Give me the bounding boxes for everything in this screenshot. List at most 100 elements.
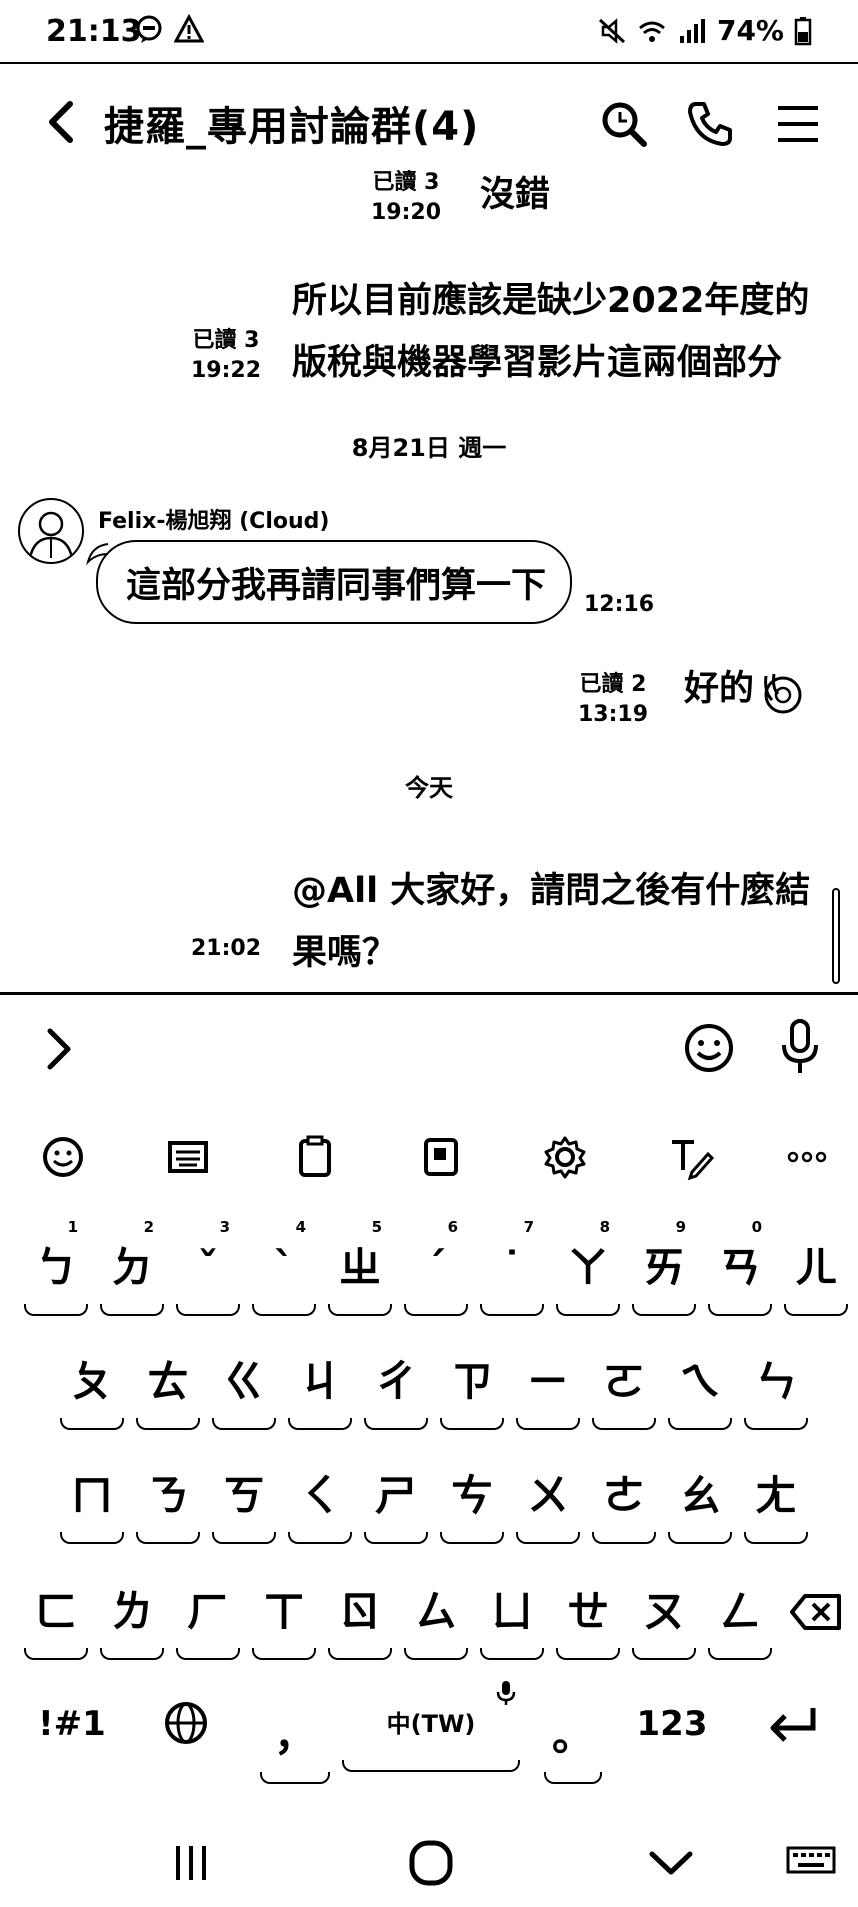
key[interactable]: ㄤ <box>738 1456 814 1544</box>
key[interactable]: ㄟ <box>662 1342 738 1430</box>
key[interactable]: ㄦ <box>778 1228 854 1316</box>
key[interactable]: ˋ4 <box>246 1218 322 1316</box>
status-bar: 21:13 74% <box>0 0 858 64</box>
message-text[interactable]: 所以目前應該是缺少2022年度的 版稅與機器學習影片這兩個部分 <box>292 270 809 394</box>
mic-icon[interactable] <box>776 1017 824 1077</box>
emoji-icon[interactable] <box>682 1021 736 1075</box>
key[interactable]: ㄞ9 <box>626 1218 702 1316</box>
message-time: 21:02 <box>190 936 262 961</box>
key[interactable]: ㄆ <box>54 1342 130 1430</box>
numbers-key[interactable]: 123 <box>622 1684 722 1772</box>
key[interactable]: ˇ3 <box>170 1218 246 1316</box>
read-receipt: 已讀 3 <box>372 170 440 195</box>
keyboard-switch-icon[interactable] <box>784 1838 838 1888</box>
date-separator: 8月21日 週一 <box>351 434 507 462</box>
key[interactable]: ㄩ <box>474 1572 550 1660</box>
symbols-key[interactable]: !#1 <box>22 1684 122 1772</box>
key[interactable]: ㄉ2 <box>94 1218 170 1316</box>
key[interactable]: ㄑ <box>282 1456 358 1544</box>
message-text[interactable]: @All 大家好，請問之後有什麼結 果嗎？ <box>292 860 810 984</box>
space-key[interactable]: 中(TW) <box>336 1681 526 1772</box>
message-meta: 已讀 3 19:22 <box>186 326 266 386</box>
status-left-icons <box>134 14 204 44</box>
key[interactable]: ˙ 7 <box>474 1218 550 1316</box>
key[interactable]: ㄊ <box>130 1342 206 1430</box>
message-time: 19:22 <box>190 358 262 383</box>
menu-icon[interactable] <box>770 96 826 152</box>
search-icon[interactable] <box>596 96 652 152</box>
key[interactable]: ˊ6 <box>398 1218 474 1316</box>
key[interactable]: ㄜ <box>586 1456 662 1544</box>
clipboard-icon[interactable] <box>292 1134 338 1180</box>
back-arrow-icon[interactable] <box>36 92 86 152</box>
key[interactable]: ㄡ <box>626 1572 702 1660</box>
message-text[interactable]: 沒錯 <box>480 170 550 226</box>
home-icon[interactable] <box>404 1838 458 1888</box>
message-list[interactable]: 已讀 3 19:20 沒錯 已讀 3 19:22 所以目前應該是缺少2022年度… <box>0 170 858 992</box>
chevron-right-icon[interactable] <box>40 1025 80 1073</box>
message-text[interactable]: 好的 <box>684 658 754 720</box>
message-line: @All 大家好，請問之後有什麼結 <box>292 871 811 911</box>
date-separator: 今天 <box>405 774 453 802</box>
key[interactable]: ㄎ <box>206 1456 282 1544</box>
key[interactable]: ㄣ <box>738 1342 814 1430</box>
period-key[interactable]: 。 <box>538 1696 608 1784</box>
key[interactable]: ㄢ0 <box>702 1218 778 1316</box>
message-time: 12:16 <box>584 592 655 617</box>
message-meta: 已讀 3 19:20 <box>366 170 446 228</box>
read-receipt: 已讀 2 <box>579 672 647 697</box>
key[interactable]: ㄅ1 <box>18 1218 94 1316</box>
more-icon[interactable] <box>784 1134 830 1180</box>
sticker-icon[interactable] <box>418 1134 464 1180</box>
comma-key[interactable]: ， <box>254 1696 336 1784</box>
key[interactable]: ㄌ <box>94 1572 170 1660</box>
key[interactable]: ㄗ <box>434 1342 510 1430</box>
key[interactable]: ㄙ <box>398 1572 474 1660</box>
enter-icon <box>770 1708 816 1742</box>
incoming-bubble[interactable]: 這部分我再請同事們算一下 <box>96 540 572 624</box>
wifi-icon <box>639 21 665 42</box>
keyboard-icon[interactable] <box>165 1134 211 1180</box>
message-line: 果嗎？ <box>292 933 398 973</box>
message-line: 版稅與機器學習影片這兩個部分 <box>292 343 783 383</box>
key[interactable]: ㄋ <box>130 1456 206 1544</box>
key[interactable]: ㄐ <box>282 1342 358 1430</box>
avatar[interactable] <box>18 498 84 564</box>
key[interactable]: ㄕ <box>358 1456 434 1544</box>
message-input-bar[interactable] <box>0 992 858 1098</box>
handwriting-icon[interactable] <box>668 1134 714 1180</box>
key[interactable]: ㄛ <box>586 1342 662 1430</box>
phone-icon[interactable] <box>682 96 738 152</box>
key[interactable]: ㄈ <box>18 1572 94 1660</box>
globe-icon <box>165 1702 207 1744</box>
scrollbar[interactable] <box>832 888 840 984</box>
system-nav-bar <box>0 1820 858 1907</box>
key[interactable]: ㄇ <box>54 1456 130 1544</box>
key[interactable]: ㄘ <box>434 1456 510 1544</box>
mute-icon <box>598 17 625 44</box>
key[interactable]: ㄓ5 <box>322 1218 398 1316</box>
person-avatar-icon <box>28 511 74 559</box>
key[interactable]: ㄝ <box>550 1572 626 1660</box>
mic-small-icon <box>496 1681 516 1705</box>
language-key[interactable] <box>146 1684 226 1772</box>
backspace-key[interactable] <box>778 1572 854 1660</box>
key[interactable]: ㄖ <box>322 1572 398 1660</box>
key[interactable]: ㄒ <box>246 1572 322 1660</box>
status-right: 74% <box>597 14 812 47</box>
key[interactable]: ㄨ <box>510 1456 586 1544</box>
battery-percent: 74% <box>716 14 784 47</box>
recent-apps-icon[interactable] <box>164 1838 218 1888</box>
key[interactable]: ㄠ <box>662 1456 738 1544</box>
key[interactable]: ㄚ8 <box>550 1218 626 1316</box>
settings-icon[interactable] <box>542 1134 588 1180</box>
emoji-icon[interactable] <box>40 1134 86 1180</box>
key[interactable]: ㄧ <box>510 1342 586 1430</box>
key[interactable]: ㄔ <box>358 1342 434 1430</box>
back-chevron-icon[interactable] <box>644 1838 698 1888</box>
enter-key[interactable] <box>748 1684 838 1772</box>
key[interactable]: ㄏ <box>170 1572 246 1660</box>
key[interactable]: ㄍ <box>206 1342 282 1430</box>
key[interactable]: ㄥ <box>702 1572 778 1660</box>
message-time: 19:20 <box>370 200 442 225</box>
